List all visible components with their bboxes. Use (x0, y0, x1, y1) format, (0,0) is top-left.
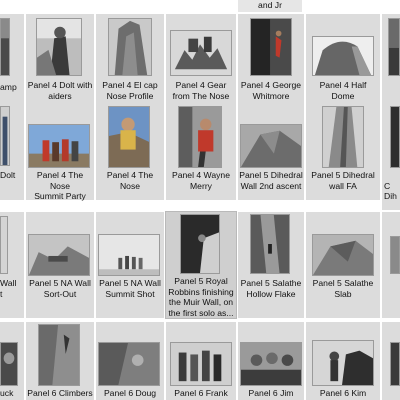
file-tile[interactable] (382, 212, 400, 318)
file-tile-label: uck (0, 388, 14, 398)
file-tile[interactable]: Panel 6 Frank (166, 322, 236, 400)
file-tile-label: Panel 6 Jim (248, 388, 294, 398)
file-tile-label: Dolt (0, 170, 16, 180)
file-tile-label: Panel 5 Dihedral Wall 2nd ascent (239, 170, 303, 191)
file-tile[interactable]: Panel 5 NA Wall Sort-Out (26, 212, 94, 318)
file-tile[interactable]: Panel 4 Dolt with aiders (26, 14, 94, 106)
file-tile[interactable] (382, 14, 400, 106)
file-tile[interactable]: Panel 4 The Nose (96, 104, 164, 200)
file-tile[interactable]: Panel 6 Jim (238, 322, 304, 400)
thumbnail-image (312, 234, 374, 276)
thumbnail-image (180, 214, 220, 274)
thumbnail-image (36, 18, 82, 76)
file-tile[interactable]: Panel 5 Salathe Hollow Flake (238, 212, 304, 318)
file-tile-label: Panel 4 Wayne Merry (172, 170, 230, 191)
thumbnail-image (312, 340, 374, 386)
file-tile-label: C Dih (384, 180, 397, 202)
thumbnail-image (388, 18, 400, 76)
file-tile-label: Panel 5 Royal Robbins finishing the Muir… (168, 276, 234, 318)
thumbnail-image (0, 106, 10, 166)
file-tile[interactable]: Panel 4 El cap Nose Profile (96, 14, 164, 106)
thumbnail-image (322, 106, 364, 168)
thumbnail-image (170, 342, 232, 386)
file-tile[interactable]: Wall t (0, 212, 24, 318)
thumbnail-image (312, 36, 374, 76)
thumbnail-image (38, 324, 80, 386)
thumbnail-image (0, 18, 10, 76)
file-tile[interactable]: Panel 5 Salathe Slab (306, 212, 380, 318)
file-tile[interactable]: Panel 5 Dihedral wall FA (306, 104, 380, 200)
file-tile-label: Panel 6 Doug (103, 388, 157, 398)
file-tile[interactable]: Panel 4 Gear from The Nose (166, 14, 236, 106)
file-tile[interactable]: Panel 4 The Nose Summit Party (26, 104, 94, 202)
thumbnail-image (178, 106, 222, 168)
file-tile[interactable]: amp (0, 14, 24, 106)
file-tile[interactable]: Panel 5 NA Wall Summit Shot (96, 212, 164, 318)
file-tile-label: Panel 4 Gear from The Nose (172, 80, 230, 101)
file-tile-label: Panel 4 The Nose Summit Party (34, 170, 86, 202)
file-tile[interactable]: Dolt (0, 104, 24, 200)
file-tile-label: Panel 5 Dihedral wall FA (311, 170, 375, 191)
file-tile-label: amp (0, 82, 17, 92)
thumbnail-image (240, 124, 302, 168)
file-tile-label: Panel 5 Salathe Hollow Flake (240, 278, 302, 299)
file-tile[interactable] (382, 322, 400, 400)
file-tile[interactable]: Panel 5 Royal Robbins finishing the Muir… (165, 211, 237, 319)
file-tile-label: Panel 4 El cap Nose Profile (102, 80, 158, 101)
thumbnail-image (28, 124, 90, 168)
file-tile-label: Panel 5 NA Wall Sort-Out (29, 278, 91, 299)
file-tile-label: Panel 6 Climbers (27, 388, 93, 398)
file-tile-label: Panel 4 The Nose (106, 170, 154, 191)
thumbnail-image (250, 18, 292, 76)
thumbnail-image (0, 216, 8, 274)
file-tile[interactable]: uck (0, 322, 24, 400)
thumbnail-image (250, 214, 290, 274)
file-tile-label: Panel 6 Frank (174, 388, 228, 398)
thumbnail-image (98, 342, 160, 386)
thumbnail-image (390, 106, 400, 168)
thumbnail-image (170, 30, 232, 76)
thumbnail-image (108, 106, 150, 168)
thumbnail-image (0, 342, 18, 386)
file-tile-label: and Jr (258, 0, 282, 10)
file-tile-label: Panel 5 Salathe Slab (312, 278, 374, 299)
thumbnail-image (240, 342, 302, 386)
thumbnail-image (28, 234, 90, 276)
file-tile-label: Panel 4 George Whitmore (240, 80, 302, 101)
file-tile[interactable]: Panel 4 Half Dome (306, 14, 380, 106)
file-tile[interactable]: C Dih (382, 104, 400, 210)
file-tile[interactable]: Panel 5 Dihedral Wall 2nd ascent (238, 104, 304, 200)
file-tile[interactable]: Panel 6 Doug (96, 322, 164, 400)
file-tile-label: Wall t (0, 278, 17, 299)
thumbnail-image (390, 236, 400, 274)
thumbnail-image (98, 234, 160, 276)
file-tile[interactable]: Panel 6 Climbers (26, 322, 94, 400)
file-tile-label: Panel 5 NA Wall Summit Shot (99, 278, 161, 299)
file-tile-partial-top[interactable]: and Jr (238, 0, 302, 12)
thumbnail-image (390, 342, 400, 386)
file-tile[interactable]: Panel 6 Kim (306, 322, 380, 400)
file-tile-label: Panel 4 Half Dome (319, 80, 367, 101)
thumbnail-image (108, 18, 152, 76)
file-tile-label: Panel 6 Kim (319, 388, 367, 398)
file-tile-label: Panel 4 Dolt with aiders (27, 80, 93, 101)
file-tile[interactable]: Panel 4 Wayne Merry (166, 104, 236, 200)
file-tile[interactable]: Panel 4 George Whitmore (238, 14, 304, 106)
